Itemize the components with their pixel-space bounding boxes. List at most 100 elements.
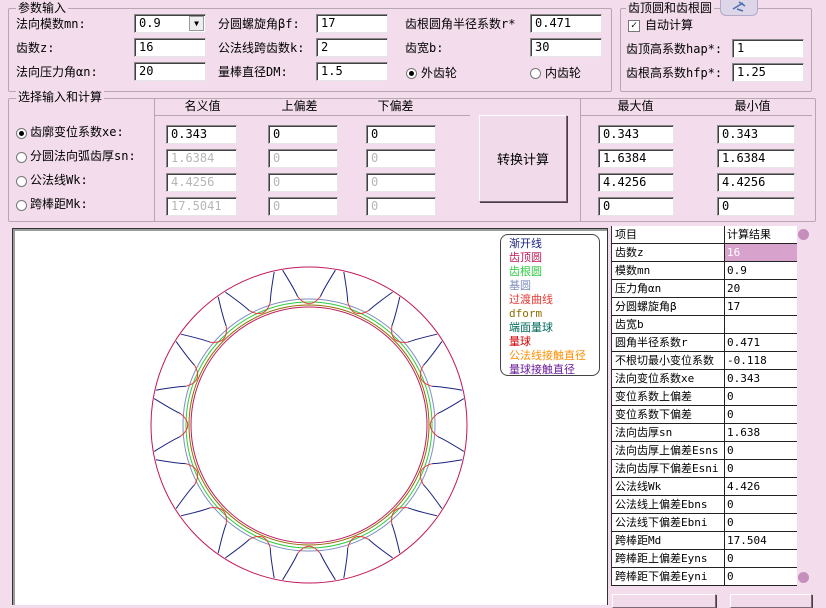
wk-nominal-input[interactable]: 4.4256	[166, 173, 237, 192]
result-item: 公法线上偏差Ebns	[612, 496, 725, 514]
sn-min-input[interactable]: 1.6384	[717, 149, 795, 168]
bottom-button-left[interactable]	[612, 594, 716, 608]
legend-ball-contact: 量球接触直径	[509, 363, 575, 376]
result-value[interactable]: 1.638	[725, 424, 798, 442]
result-value[interactable]: 0	[725, 442, 798, 460]
wk-radio[interactable]	[16, 176, 27, 187]
bottom-button-right[interactable]	[730, 594, 812, 608]
table-row[interactable]: 模数mn 0.9	[612, 262, 798, 280]
result-value[interactable]: 16	[725, 244, 798, 262]
table-row[interactable]: 跨棒距下偏差Eyni 0	[612, 568, 798, 586]
root-fillet-label: 齿根圆角半径系数r*	[405, 17, 516, 31]
table-row[interactable]: 跨棒距上偏差Eyns 0	[612, 550, 798, 568]
face-width-input[interactable]: 30	[530, 38, 602, 57]
table-row[interactable]: 法向齿厚sn 1.638	[612, 424, 798, 442]
xe-lower-input[interactable]: 0	[366, 125, 436, 144]
addendum-label: 齿顶高系数hap*:	[626, 42, 723, 56]
addendum-input[interactable]: 1	[732, 39, 804, 58]
wk-lower-input[interactable]: 0	[366, 173, 436, 192]
result-value[interactable]: -0.118	[725, 352, 798, 370]
result-value[interactable]: 0	[725, 496, 798, 514]
chevron-down-icon[interactable]: ▼	[189, 16, 204, 31]
convert-button[interactable]: 转换计算	[479, 115, 567, 202]
result-item: 压力角αn	[612, 280, 725, 298]
wk-max-input[interactable]: 4.4256	[598, 173, 674, 192]
involute-curve	[282, 269, 299, 297]
auto-calc-checkbox[interactable]: ✓	[628, 20, 640, 32]
result-value[interactable]: 20	[725, 280, 798, 298]
xe-nominal-input[interactable]: 0.343	[166, 125, 237, 144]
mk-lower-input[interactable]: 0	[366, 197, 436, 216]
result-value[interactable]: 0	[725, 388, 798, 406]
pressure-angle-input[interactable]: 20	[134, 62, 206, 81]
table-row[interactable]: 变位系数上偏差 0	[612, 388, 798, 406]
result-value[interactable]: 0	[725, 550, 798, 568]
table-row[interactable]: 圆角半径系数r 0.471	[612, 334, 798, 352]
table-row[interactable]: 不根切最小变位系数 -0.118	[612, 352, 798, 370]
mk-upper-input[interactable]: 0	[268, 197, 338, 216]
mk-nominal-input[interactable]: 17.5041	[166, 197, 237, 216]
table-row[interactable]: 公法线Wk 4.426	[612, 478, 798, 496]
mk-max-input[interactable]: 0	[598, 197, 674, 216]
helix-angle-input[interactable]: 17	[316, 14, 388, 33]
xe-radio[interactable]	[16, 128, 27, 139]
table-row[interactable]: 法向变位系数xe 0.343	[612, 370, 798, 388]
xe-max-input[interactable]: 0.343	[598, 125, 674, 144]
table-row[interactable]: 压力角αn 20	[612, 280, 798, 298]
mk-radio[interactable]	[16, 200, 27, 211]
internal-gear-radio[interactable]	[530, 68, 541, 79]
results-scrollbar[interactable]	[797, 226, 811, 586]
table-row[interactable]: 跨棒距Md 17.504	[612, 532, 798, 550]
result-value[interactable]	[725, 316, 798, 334]
scroll-down-knob[interactable]	[798, 572, 809, 583]
wk-upper-input[interactable]: 0	[268, 173, 338, 192]
result-value[interactable]: 0	[725, 460, 798, 478]
table-row[interactable]: 齿数z 16	[612, 244, 798, 262]
normal-module-combo[interactable]: 0.9 ▼	[134, 14, 206, 33]
involute-curve	[225, 291, 250, 311]
sn-nominal-input[interactable]: 1.6384	[166, 149, 237, 168]
table-row[interactable]: 公法线下偏差Ebni 0	[612, 514, 798, 532]
mk-min-input[interactable]: 0	[717, 197, 795, 216]
sn-radio[interactable]	[16, 152, 27, 163]
table-row[interactable]: 法向齿厚下偏差Esni 0	[612, 460, 798, 478]
mk-label[interactable]: 跨棒距Mk:	[30, 196, 88, 212]
external-gear-label[interactable]: 外齿轮	[421, 65, 457, 81]
pin-diameter-input[interactable]: 1.5	[316, 62, 388, 81]
scroll-up-knob[interactable]	[798, 229, 809, 240]
external-gear-radio[interactable]	[406, 68, 417, 79]
root-fillet-input[interactable]: 0.471	[530, 14, 602, 33]
result-value[interactable]: 17.504	[725, 532, 798, 550]
dedendum-input[interactable]: 1.25	[732, 63, 804, 82]
sn-lower-input[interactable]: 0	[366, 149, 436, 168]
teeth-input[interactable]: 16	[134, 38, 206, 57]
results-grid[interactable]: 项目 计算结果 齿数z 16 模数mn 0.9 压力角αn 20 分圆螺旋角β 17 齿宽b 圆角…	[611, 226, 798, 586]
result-value[interactable]: 0.9	[725, 262, 798, 280]
sn-upper-input[interactable]: 0	[268, 149, 338, 168]
result-value[interactable]: 0.343	[725, 370, 798, 388]
result-item: 变位系数下偏差	[612, 406, 725, 424]
pin-icon[interactable]	[720, 0, 758, 16]
table-row[interactable]: 变位系数下偏差 0	[612, 406, 798, 424]
wk-label[interactable]: 公法线Wk:	[30, 172, 88, 188]
sn-label[interactable]: 分圆法向弧齿厚sn:	[30, 148, 136, 164]
result-value[interactable]: 0	[725, 568, 798, 586]
wk-min-input[interactable]: 4.4256	[717, 173, 795, 192]
result-value[interactable]: 0	[725, 406, 798, 424]
result-value[interactable]: 17	[725, 298, 798, 316]
xe-label[interactable]: 齿廓变位系数xe:	[30, 124, 124, 140]
auto-calc-label[interactable]: 自动计算	[645, 17, 693, 33]
xe-upper-input[interactable]: 0	[268, 125, 338, 144]
result-value[interactable]: 0	[725, 514, 798, 532]
table-row[interactable]: 分圆螺旋角β 17	[612, 298, 798, 316]
internal-gear-label[interactable]: 内齿轮	[545, 65, 581, 81]
span-teeth-input[interactable]: 2	[316, 38, 388, 57]
xe-min-input[interactable]: 0.343	[717, 125, 795, 144]
table-row[interactable]: 齿宽b	[612, 316, 798, 334]
table-row[interactable]: 法向齿厚上偏差Esns 0	[612, 442, 798, 460]
table-row[interactable]: 公法线上偏差Ebns 0	[612, 496, 798, 514]
select-divider-left	[154, 98, 155, 222]
result-value[interactable]: 0.471	[725, 334, 798, 352]
result-value[interactable]: 4.426	[725, 478, 798, 496]
sn-max-input[interactable]: 1.6384	[598, 149, 674, 168]
